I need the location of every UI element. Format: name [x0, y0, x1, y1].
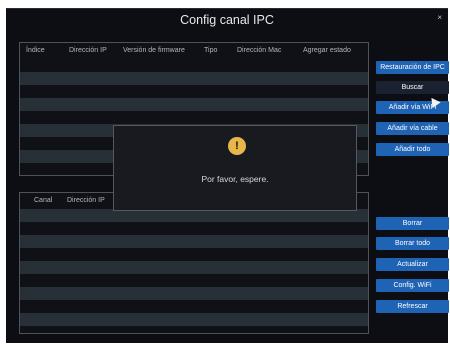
- table-row[interactable]: [20, 85, 368, 98]
- table-row[interactable]: [20, 287, 368, 300]
- table-row[interactable]: [20, 235, 368, 248]
- table-row[interactable]: [20, 98, 368, 111]
- table-row[interactable]: [20, 72, 368, 85]
- delete-all-button[interactable]: Borrar todo: [376, 237, 449, 250]
- table-row[interactable]: [20, 313, 368, 326]
- update-button[interactable]: Actualizar: [376, 258, 449, 271]
- popup-message: Por favor, espere.: [201, 174, 269, 184]
- ipc-config-dialog: Config canal IPC × Índice Dirección IP V…: [6, 8, 449, 343]
- table-row[interactable]: [20, 222, 368, 235]
- add-all-button[interactable]: Añadir todo: [376, 143, 449, 156]
- column-header-firmware: Versión de firmware: [123, 47, 185, 54]
- table-row[interactable]: [20, 300, 368, 313]
- please-wait-popup: ! Por favor, espere.: [113, 125, 357, 211]
- column-header-add-status: Agregar estado: [303, 47, 351, 54]
- column-header-ip: Dirección IP: [69, 47, 107, 54]
- column-header-ip: Dirección IP: [67, 197, 105, 204]
- channel-table: Canal Dirección IP: [19, 192, 369, 334]
- search-button[interactable]: Buscar: [376, 81, 449, 94]
- delete-button[interactable]: Borrar: [376, 217, 449, 230]
- column-header-channel: Canal: [34, 197, 53, 204]
- table-row[interactable]: [20, 59, 368, 72]
- column-header-type: Tipo: [204, 47, 218, 54]
- table-row[interactable]: [20, 261, 368, 274]
- column-header-mac: Dirección Mac: [237, 47, 282, 54]
- column-header-index: Índice: [26, 47, 45, 54]
- table-row[interactable]: [20, 274, 368, 287]
- add-via-cable-button[interactable]: Añadir vía cable: [376, 122, 449, 135]
- wifi-config-button[interactable]: Config. WiFi: [376, 279, 449, 292]
- refresh-button[interactable]: Refrescar: [376, 300, 449, 313]
- dialog-title: Config canal IPC: [180, 13, 274, 27]
- table-row[interactable]: [20, 248, 368, 261]
- table-header: Índice Dirección IP Versión de firmware …: [20, 43, 368, 59]
- table-row[interactable]: [20, 111, 368, 124]
- restore-ipc-button[interactable]: Restauración de IPC: [376, 61, 449, 74]
- warning-icon: !: [228, 137, 246, 155]
- close-icon[interactable]: ×: [437, 13, 442, 22]
